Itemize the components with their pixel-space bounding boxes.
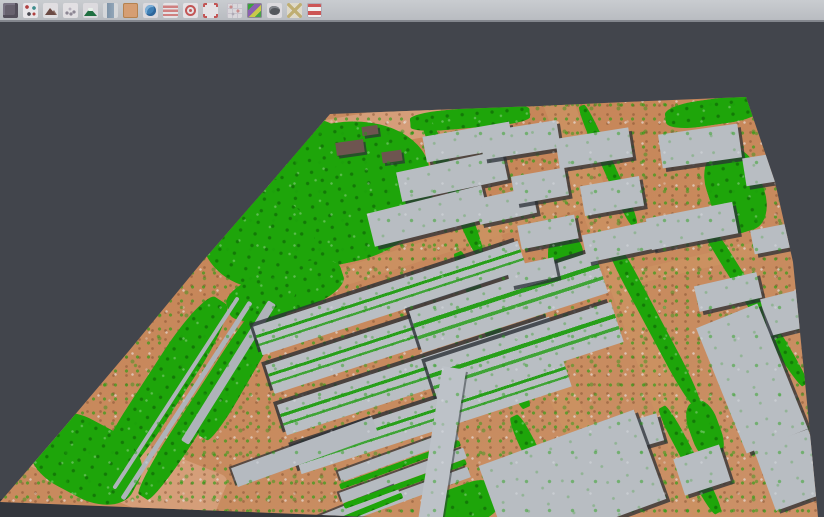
class-list-tool-icon [163,3,178,18]
ortho-image-tool-icon [123,3,138,18]
roof-dark-3 [361,124,378,135]
mesh-model-tool-button[interactable] [266,2,283,19]
toolbar-group-2 [226,2,323,19]
align-points-tool-icon [23,3,38,18]
ortho-image-tool-button[interactable] [122,2,139,19]
ground-points-tool-button[interactable] [62,2,79,19]
pick-center-tool-icon [183,3,198,18]
class-list-tool-button[interactable] [162,2,179,19]
point-cloud-tool-button[interactable] [2,2,19,19]
mesh-model-tool-icon [267,3,282,18]
building-r6 [760,288,816,336]
flag-stripes-tool-icon [307,3,322,18]
classified-cloud-tool-button[interactable] [246,2,263,19]
pick-center-tool-button[interactable] [182,2,199,19]
grid-markers-tool-button[interactable] [226,2,243,19]
grid-markers-tool-icon [227,3,242,18]
classified-cloud-tool-icon [247,3,262,18]
3d-viewport[interactable] [0,24,824,517]
measure-x-tool-button[interactable] [286,2,303,19]
vegetation-hill-tool-button[interactable] [82,2,99,19]
app-window [0,0,824,517]
point-cloud-tool-icon [3,3,18,18]
flag-stripes-tool-button[interactable] [306,2,323,19]
measure-x-tool-icon [287,3,302,18]
left-blob [48,346,96,404]
align-points-tool-button[interactable] [22,2,39,19]
clip-box-tool-icon [203,3,218,18]
topright-patch [663,93,761,132]
building-r2 [742,150,802,186]
ground-points-tool-icon [63,3,78,18]
roof-dark-2 [381,149,402,163]
toolbar-separator [219,2,226,18]
globe-tool-icon [143,3,158,18]
profile-slab-tool-button[interactable] [102,2,119,19]
terrain-surface [0,0,824,517]
globe-tool-button[interactable] [142,2,159,19]
profile-slab-tool-icon [103,3,118,18]
clip-box-tool-button[interactable] [202,2,219,19]
toolbar [0,0,824,22]
toolbar-group-1 [2,2,219,19]
terrain-mound-tool-icon [43,3,58,18]
terrain-mound-tool-button[interactable] [42,2,59,19]
point-cloud-scene [0,0,824,517]
vegetation-hill-tool-icon [83,3,98,18]
